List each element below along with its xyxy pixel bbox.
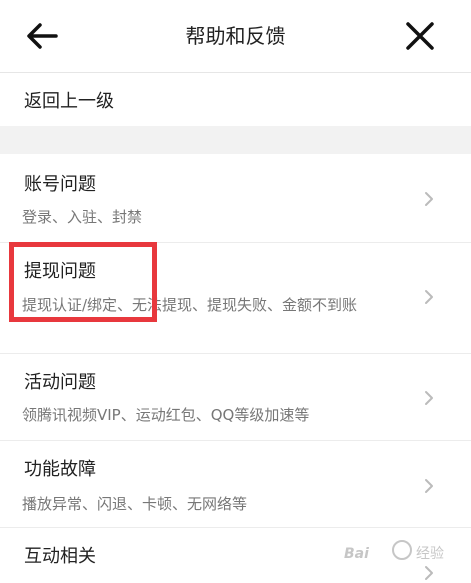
top-bar: 帮助和反馈 bbox=[0, 0, 471, 73]
list-item-description: 登录、入驻、封禁 bbox=[22, 208, 143, 226]
list-item-title: 功能故障 bbox=[24, 459, 96, 480]
watermark-latin: Bai bbox=[344, 546, 369, 562]
section-divider bbox=[0, 126, 471, 154]
back-arrow-icon bbox=[27, 23, 58, 49]
back-button[interactable] bbox=[22, 16, 62, 56]
list-item-title: 互动相关 bbox=[24, 546, 96, 567]
list-item-activity[interactable]: 活动问题 领腾讯视频VIP、运动红包、QQ等级加速等 bbox=[0, 354, 471, 441]
list-item-account[interactable]: 账号问题 登录、入驻、封禁 bbox=[0, 154, 471, 243]
chevron-right-icon bbox=[425, 290, 433, 304]
list-item-description: 播放异常、闪退、卡顿、无网络等 bbox=[22, 495, 248, 513]
watermark-cn: 经验 bbox=[416, 546, 444, 562]
baidu-watermark-logo: Bai 经验 bbox=[344, 540, 444, 562]
chevron-right-icon bbox=[425, 391, 433, 405]
back-one-level-label: 返回上一级 bbox=[24, 91, 114, 112]
chevron-right-icon bbox=[425, 192, 433, 206]
chevron-right-icon bbox=[425, 479, 433, 493]
highlight-annotation-box bbox=[9, 242, 157, 322]
close-button[interactable] bbox=[400, 16, 440, 56]
close-icon bbox=[406, 22, 434, 50]
list-item-malfunction[interactable]: 功能故障 播放异常、闪退、卡顿、无网络等 bbox=[0, 441, 471, 528]
list-item-title: 活动问题 bbox=[24, 372, 96, 393]
list-item-description: 领腾讯视频VIP、运动红包、QQ等级加速等 bbox=[22, 406, 310, 424]
list-item-title: 账号问题 bbox=[24, 174, 96, 195]
back-one-level-item[interactable]: 返回上一级 bbox=[0, 73, 471, 127]
